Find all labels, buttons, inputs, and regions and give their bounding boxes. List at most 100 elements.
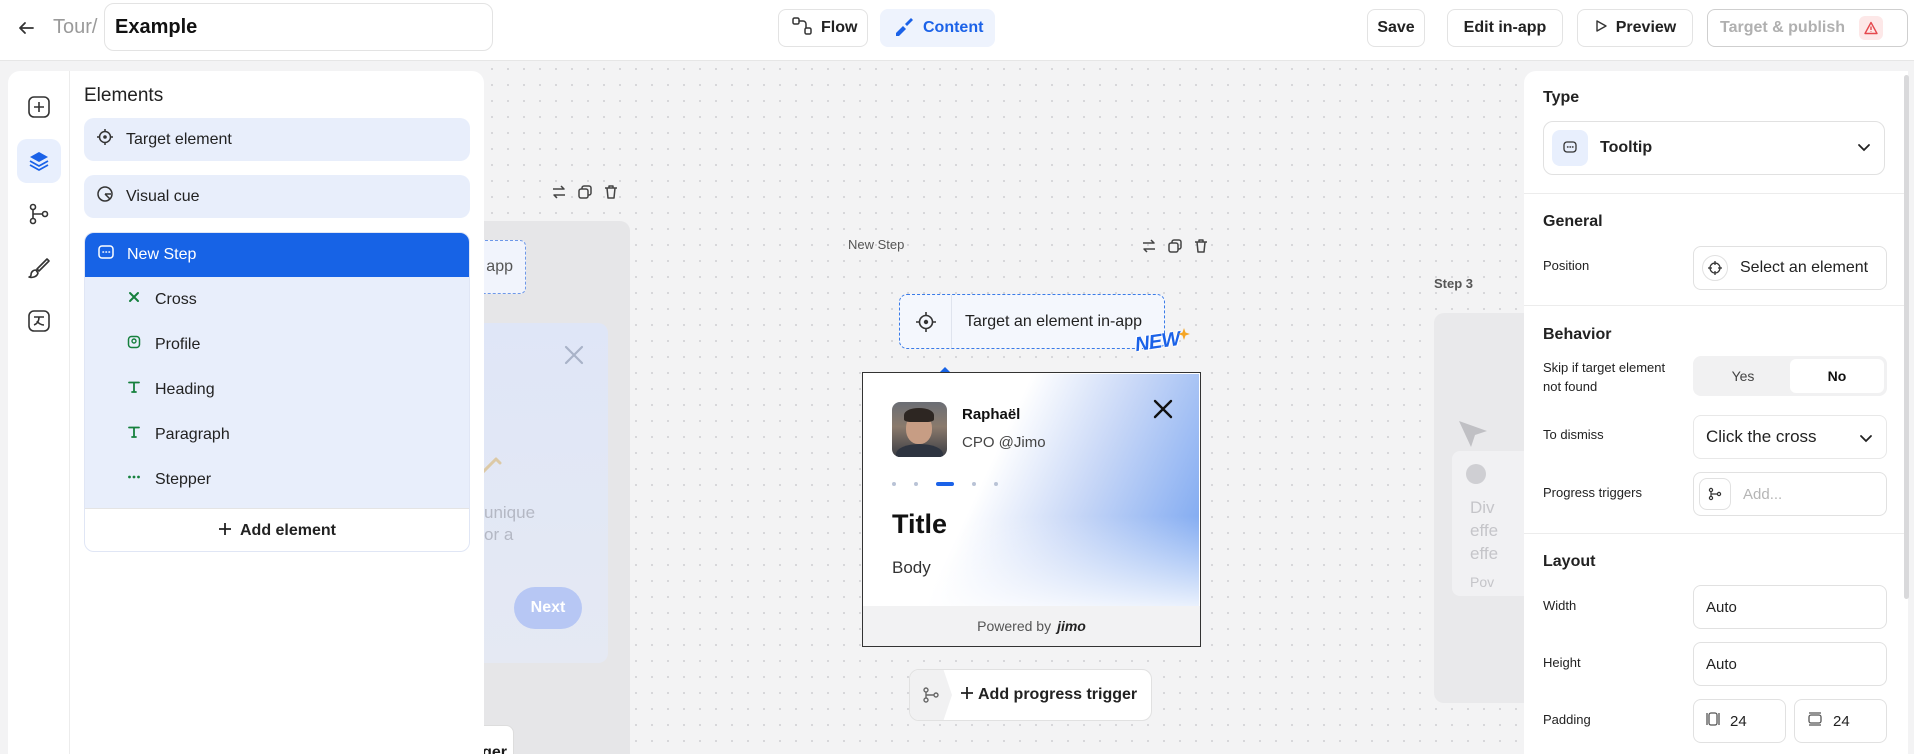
back-arrow-icon[interactable] [14,16,38,40]
top-bar: Tour/ Flow Content Save Edit in-app Prev… [0,0,1914,61]
layers-icon[interactable] [17,139,61,183]
prev-trigger-text: ger [484,744,507,754]
edit-in-app-button[interactable]: Edit in-app [1447,9,1563,47]
skip-no-option[interactable]: No [1790,359,1884,393]
settings-scrollbar[interactable] [1904,75,1909,599]
target-icon [96,128,114,151]
padding-vertical-input[interactable]: 24 [1794,699,1887,743]
powered-by-footer: Powered by jimo [863,606,1200,646]
publish-label: Target & publish [1720,19,1846,36]
type-section-title: Type [1543,89,1580,106]
skip-yes-option[interactable]: Yes [1696,359,1790,393]
prev-step-target[interactable]: app [484,240,526,294]
type-select[interactable]: Tooltip [1543,121,1885,175]
skip-label-line: not found [1543,379,1598,394]
dismiss-label: To dismiss [1543,427,1604,442]
step3-avatar [1466,464,1486,484]
position-select[interactable]: Select an element [1693,246,1887,290]
tooltip-preview[interactable]: Raphaël CPO @Jimo Title Body Powered by … [862,372,1201,647]
dismiss-select[interactable]: Click the cross [1693,415,1887,459]
avatar-hair [904,408,934,422]
add-icon[interactable] [17,85,61,129]
close-icon[interactable] [1152,398,1174,425]
sub-element-heading[interactable]: Heading [85,367,469,412]
prev-add-trigger[interactable]: ger [484,725,514,754]
canvas[interactable]: app unique or a Next ger New Step Target … [484,61,1524,754]
skip-toggle[interactable]: Yes No [1693,356,1887,396]
add-progress-trigger-button[interactable]: Add progress trigger [909,669,1152,721]
target-icon [900,295,952,348]
preview-button[interactable]: Preview [1577,9,1693,47]
left-rail [8,71,70,754]
new-badge: NEW [1133,327,1182,357]
width-value: Auto [1706,598,1737,616]
new-step-toolbar [1140,237,1210,260]
elements-panel-title: Elements [84,85,164,106]
prev-next-button[interactable]: Next [514,587,582,629]
trash-icon[interactable] [602,183,620,206]
padding-horizontal-input[interactable]: 24 [1693,699,1786,743]
sub-element-stepper[interactable]: Stepper [85,457,469,502]
padding-label: Padding [1543,712,1591,727]
save-button[interactable]: Save [1367,9,1425,47]
progress-triggers-label: Progress triggers [1543,485,1642,500]
next-label: Next [530,599,566,616]
plus-icon [218,522,232,541]
stepper-dot [994,482,998,486]
sub-element-label: Paragraph [155,425,230,443]
step-header[interactable]: New Step [85,233,469,277]
padding-vertical-icon [1807,712,1823,730]
preview-label: Preview [1615,19,1677,36]
author-name: Raphaël [962,406,1021,423]
elements-panel: Elements Target element Visual cue New S… [70,71,484,754]
swap-icon[interactable] [1140,237,1158,260]
progress-triggers-input[interactable]: Add... [1693,472,1887,516]
stepper-dot [972,482,976,486]
powered-by-text: Powered by [977,618,1052,634]
height-value: Auto [1706,655,1737,673]
sub-element-cross[interactable]: Cross [85,277,469,322]
dismiss-value: Click the cross [1706,427,1817,446]
step3-line: Div [1470,498,1495,517]
sub-element-paragraph[interactable]: Paragraph [85,412,469,457]
prev-body-line: or a [484,525,514,544]
padding-v-value: 24 [1833,712,1850,730]
width-input[interactable]: Auto [1693,585,1887,629]
width-label: Width [1543,598,1577,613]
target-publish-button[interactable]: Target & publish [1707,9,1908,47]
branch-icon[interactable] [17,192,61,236]
content-tab[interactable]: Content [880,9,995,47]
avatar [892,402,947,457]
step3-label: Step 3 [1434,276,1474,291]
tour-title-input[interactable] [104,3,493,51]
target-element-chip[interactable]: Target an element in-app [899,294,1165,349]
target-chip-label: Target an element in-app [965,312,1142,330]
avatar-body [896,444,943,457]
flow-tab[interactable]: Flow [778,9,868,47]
profile-icon [127,335,141,354]
duplicate-icon[interactable] [1166,237,1184,260]
element-target[interactable]: Target element [84,118,470,161]
duplicate-icon[interactable] [576,183,594,206]
add-element-label: Add element [239,522,336,539]
new-step-label: New Step [848,237,905,252]
sub-element-profile[interactable]: Profile [85,322,469,367]
sub-element-label: Cross [155,290,197,308]
trash-icon[interactable] [1192,237,1210,260]
brush-icon[interactable] [17,246,61,290]
translate-icon[interactable] [17,299,61,343]
divider [1524,305,1908,306]
step3-line: effe [1470,521,1499,540]
add-element-button[interactable]: Add element [85,508,469,551]
swap-icon[interactable] [550,183,568,206]
height-input[interactable]: Auto [1693,642,1887,686]
close-icon [562,343,586,372]
breadcrumb[interactable]: Tour/ [53,16,97,39]
save-button-label: Save [1377,19,1415,36]
divider [1524,533,1908,534]
settings-panel: Type Tooltip General Position Select an … [1524,71,1908,754]
position-value: Select an element [1740,259,1869,276]
element-visual-cue[interactable]: Visual cue [84,175,470,218]
divider [1524,193,1908,194]
skip-label: Skip if target element not found [1543,358,1665,396]
